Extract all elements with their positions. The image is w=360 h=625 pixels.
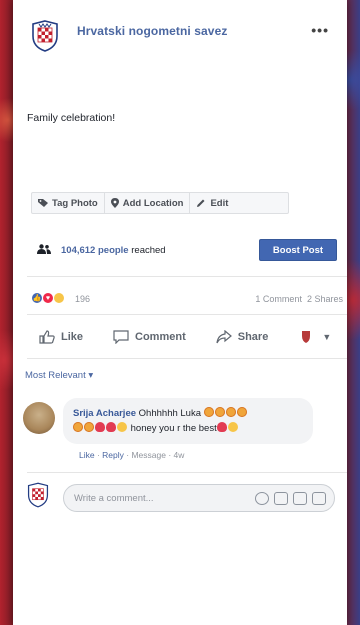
reach-text: 104,612 people reached	[61, 245, 166, 256]
avatar-selector-icon	[302, 331, 311, 343]
heart-emoji-icon	[95, 422, 105, 432]
reaction-count[interactable]: 196	[75, 294, 90, 304]
composer-icons	[250, 492, 326, 505]
facebook-post-card: Hrvatski nogometni savez ••• Family cele…	[13, 0, 347, 625]
photo-actions-bar: Tag Photo Add Location Edit	[31, 192, 289, 214]
comment-message-link[interactable]: Message	[131, 450, 166, 460]
reaction-icons[interactable]: 👍 ♥	[31, 292, 65, 304]
like-button[interactable]: Like	[39, 330, 83, 344]
heart-eyes-emoji-icon	[73, 422, 83, 432]
comment-placeholder: Write a comment...	[74, 493, 154, 504]
reactions-summary: 👍 ♥ 196 1 Comment 2 Shares	[31, 290, 343, 308]
more-options-icon[interactable]: •••	[311, 22, 329, 38]
comment-meta: Like · Reply · Message · 4w	[79, 450, 185, 460]
comment-composer: Write a comment...	[27, 480, 347, 520]
comment-timestamp[interactable]: 4w	[174, 450, 185, 460]
heart-eyes-emoji-icon	[214, 407, 225, 417]
sticker-icon[interactable]	[312, 492, 326, 505]
hns-crest-avatar	[27, 482, 49, 508]
comment-input[interactable]: Write a comment...	[63, 484, 335, 512]
heart-eyes-emoji-icon	[225, 407, 236, 417]
page-name-link[interactable]: Hrvatski nogometni savez	[77, 24, 227, 38]
boost-post-button[interactable]: Boost Post	[259, 239, 337, 261]
post-header: Hrvatski nogometni savez •••	[31, 14, 331, 58]
heart-eyes-emoji-icon	[236, 407, 247, 417]
reach-count-link[interactable]: 104,612 people	[61, 245, 129, 256]
share-button[interactable]: Share	[216, 330, 269, 344]
tag-photo-button[interactable]: Tag Photo	[32, 193, 105, 213]
chevron-down-icon: ▼	[322, 332, 332, 342]
heart-emoji-icon	[216, 422, 227, 432]
comments-shares: 1 Comment 2 Shares	[255, 294, 343, 304]
divider	[27, 472, 347, 473]
audience-selector[interactable]: ▼	[300, 330, 331, 344]
comment-sort-dropdown[interactable]: Most Relevant ▾	[25, 370, 93, 381]
commenter-avatar[interactable]	[23, 402, 55, 434]
edit-button[interactable]: Edit	[190, 193, 234, 213]
reach-row: 104,612 people reached Boost Post	[31, 236, 341, 264]
add-location-button[interactable]: Add Location	[105, 193, 191, 213]
like-icon	[39, 330, 55, 344]
comment-button[interactable]: Comment	[113, 330, 186, 344]
comment-author-link[interactable]: Srija Acharjee	[73, 408, 136, 419]
hns-crest-logo[interactable]	[31, 20, 59, 52]
share-icon	[216, 330, 232, 344]
emoji-icon[interactable]	[255, 492, 269, 505]
divider	[27, 276, 347, 277]
post-action-bar: Like Comment Share ▼	[27, 320, 347, 354]
kiss-emoji-icon	[117, 422, 127, 432]
tag-photo-label: Tag Photo	[52, 197, 98, 209]
comment-bubble: Srija Acharjee Ohhhhhh Luka honey you r …	[63, 398, 313, 444]
like-label: Like	[61, 331, 84, 343]
post-text: Family celebration!	[27, 112, 116, 124]
comment-item: Srija Acharjee Ohhhhhh Luka honey you r …	[23, 398, 343, 468]
heart-eyes-emoji-icon	[203, 407, 214, 417]
comment-icon	[113, 330, 129, 344]
comment-text-part-2: honey you r the best	[128, 423, 217, 434]
pencil-icon	[197, 199, 205, 207]
comment-like-link[interactable]: Like	[79, 450, 95, 460]
divider	[27, 314, 347, 315]
comment-text-part-1: Ohhhhhh Luka	[136, 408, 202, 419]
tag-icon	[38, 199, 48, 207]
heart-emoji-icon	[106, 422, 116, 432]
kiss-emoji-icon	[227, 422, 238, 432]
comment-reply-link[interactable]: Reply	[102, 450, 124, 460]
divider	[27, 358, 347, 359]
share-label: Share	[237, 331, 269, 343]
camera-icon[interactable]	[274, 492, 288, 505]
people-icon	[37, 244, 51, 254]
haha-reaction-icon	[53, 292, 65, 304]
gif-icon[interactable]	[293, 492, 307, 505]
comment-count-link[interactable]: 1 Comment	[255, 294, 302, 304]
comment-label: Comment	[135, 331, 186, 343]
add-location-label: Add Location	[122, 197, 184, 209]
share-count-link[interactable]: 2 Shares	[307, 294, 343, 304]
heart-eyes-emoji-icon	[84, 422, 94, 432]
edit-label: Edit	[210, 197, 229, 209]
reach-suffix: reached	[128, 245, 166, 256]
location-pin-icon	[110, 198, 119, 208]
